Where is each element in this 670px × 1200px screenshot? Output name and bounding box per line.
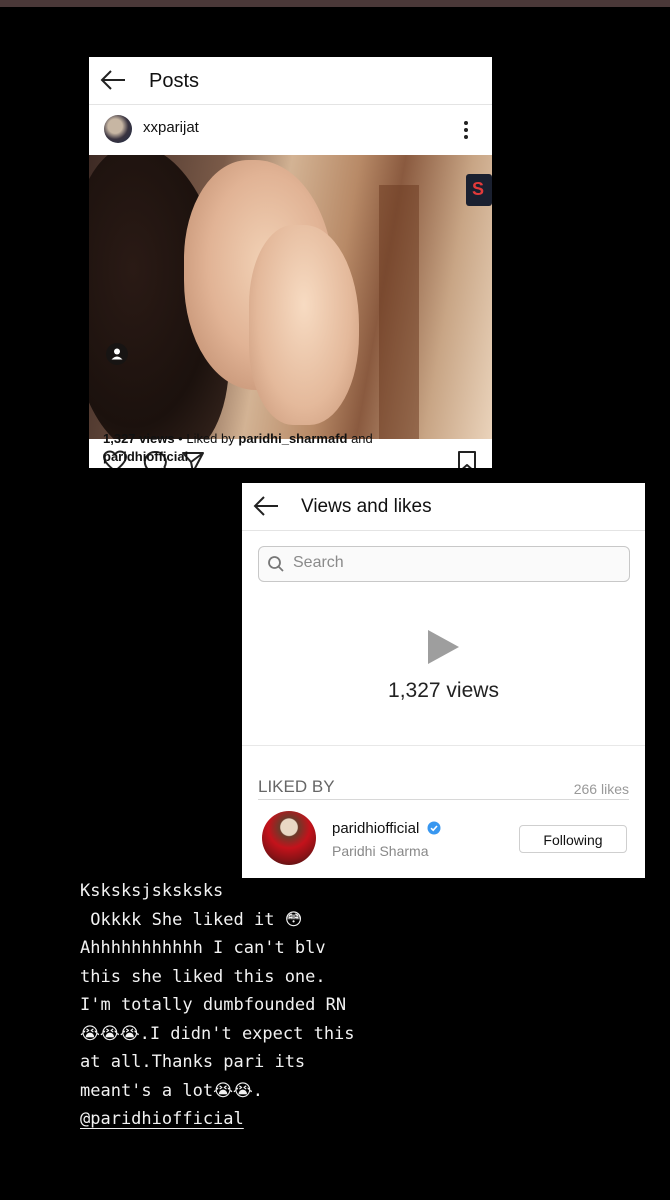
- caption-line: meant's a lot: [80, 1080, 214, 1101]
- posts-screenshot: Posts xxparijat 1,3: [89, 57, 492, 468]
- avatar[interactable]: [262, 811, 316, 865]
- search-placeholder: Search: [293, 554, 344, 571]
- back-arrow-icon[interactable]: [99, 68, 127, 92]
- verified-badge-icon: [427, 821, 441, 835]
- more-options-icon[interactable]: [461, 119, 471, 141]
- views-count[interactable]: 1,327 views: [103, 431, 175, 446]
- likes-count: 266 likes: [573, 781, 629, 797]
- flushed-emoji-icon: 😳: [284, 909, 303, 930]
- post-username[interactable]: xxparijat: [143, 119, 199, 136]
- liked-by-user[interactable]: paridhi_sharmafd: [238, 431, 347, 446]
- liked-by-second-user[interactable]: paridhiofficial: [103, 449, 188, 464]
- caption-line: Ksksksjsksksks: [80, 881, 224, 901]
- posts-header: Posts: [89, 57, 492, 105]
- caption-line: Ahhhhhhhhhhh I can't blv: [80, 938, 326, 958]
- post-image[interactable]: [89, 155, 492, 439]
- caption-line: this she liked this one.: [80, 966, 326, 987]
- views-title: Views and likes: [301, 496, 432, 517]
- views-header: Views and likes: [242, 483, 645, 531]
- play-icon: [428, 630, 459, 664]
- user-tag-icon[interactable]: [106, 343, 128, 365]
- caption-line: I'm totally dumbfounded RN: [80, 995, 347, 1015]
- crying-emoji-icon: 😭😭: [213, 1080, 253, 1101]
- liked-by-heading: LIKED BY: [258, 777, 335, 796]
- top-strip: [0, 0, 670, 7]
- avatar[interactable]: [104, 115, 132, 143]
- story-caption: Ksksksjsksksks Okkkk She liked it 😳 Ahhh…: [80, 881, 355, 1129]
- search-input[interactable]: Search: [258, 546, 630, 582]
- post-stats: 1,327 views • Liked by paridhi_sharmafd …: [103, 431, 373, 464]
- search-icon: [268, 556, 284, 572]
- back-arrow-icon[interactable]: [252, 494, 280, 518]
- following-button[interactable]: Following: [519, 825, 627, 853]
- views-count: 1,327 views: [388, 679, 499, 702]
- liker-fullname: Paridhi Sharma: [332, 843, 429, 859]
- posts-title: Posts: [149, 70, 200, 92]
- caption-line: at all.Thanks pari its: [80, 1052, 306, 1072]
- views-likes-screenshot: Views and likes Search 1,327 views LIKED…: [242, 483, 645, 878]
- mention-link[interactable]: @paridhiofficial: [80, 1109, 244, 1129]
- liker-username[interactable]: paridhiofficial: [332, 820, 419, 837]
- caption-line: Okkkk She liked it: [80, 909, 285, 930]
- liker-username-row[interactable]: paridhiofficial: [332, 820, 441, 837]
- crying-emoji-icon: 😭😭😭: [80, 1023, 140, 1044]
- post-user-row: xxparijat: [89, 105, 492, 155]
- caption-line: .I didn't expect this: [139, 1023, 355, 1044]
- channel-logo: [466, 174, 492, 206]
